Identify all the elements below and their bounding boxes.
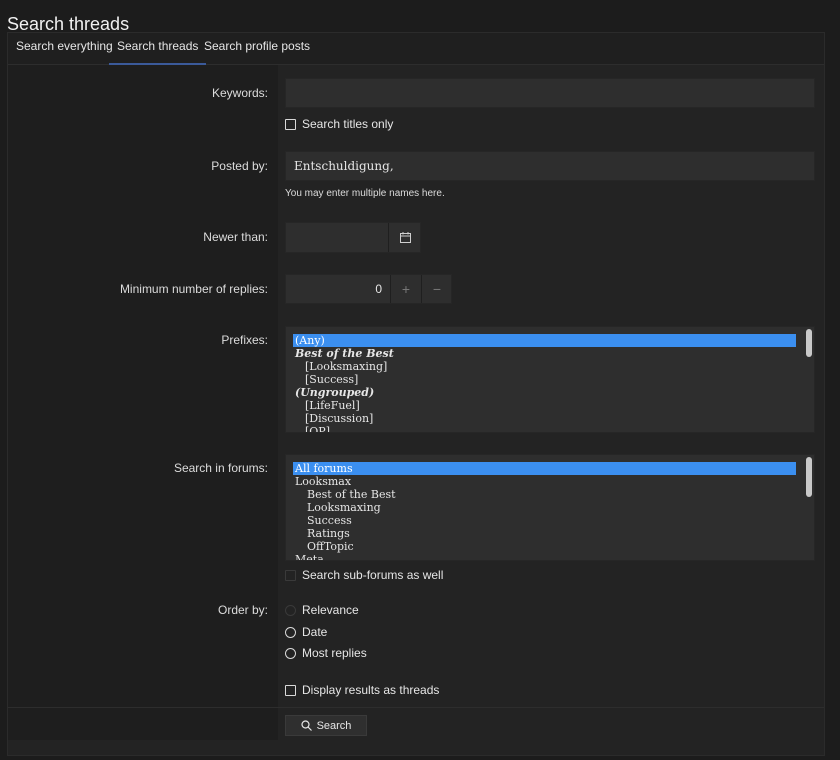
forums-listbox[interactable]: All forums Looksmax Best of the Best Loo… [285, 454, 815, 561]
order-by-label: Order by: [217, 603, 268, 617]
newer-than-input[interactable] [286, 223, 392, 254]
newer-than-field [285, 222, 421, 254]
list-item[interactable]: Success [293, 514, 814, 527]
keywords-label: Keywords: [211, 86, 268, 100]
list-item[interactable]: Looksmaxing [293, 501, 814, 514]
search-sub-forums-checkbox[interactable]: Search sub-forums as well [285, 568, 443, 582]
search-titles-only-label: Search titles only [302, 117, 394, 131]
tab-bar: Search everything Search threads Search … [8, 33, 824, 65]
list-item[interactable]: [LifeFuel] [293, 399, 814, 412]
checkbox-box[interactable] [285, 118, 296, 130]
tab-search-threads[interactable]: Search threads [109, 33, 207, 65]
calendar-icon [399, 232, 411, 243]
order-date-label: Date [302, 625, 328, 639]
search-titles-only-checkbox[interactable]: Search titles only [285, 117, 393, 131]
keywords-input[interactable] [285, 78, 815, 108]
min-replies-value[interactable]: 0 [286, 275, 390, 303]
posted-by-hint: You may enter multiple names here. [285, 188, 445, 199]
forums-label: Search in forums: [173, 461, 268, 475]
newer-than-label: Newer than: [203, 230, 268, 244]
min-replies-stepper: 0 + − [285, 274, 452, 304]
prefixes-label: Prefixes: [221, 333, 268, 347]
list-item[interactable]: (Any) [293, 334, 796, 347]
display-as-threads-label: Display results as threads [302, 683, 440, 697]
tab-search-everything[interactable]: Search everything [16, 33, 113, 63]
order-most-replies-label: Most replies [302, 646, 367, 660]
search-button-label: Search [316, 719, 352, 732]
order-most-replies-radio[interactable]: Most replies [285, 646, 367, 660]
radio-circle[interactable] [285, 604, 296, 616]
list-item[interactable]: All forums [293, 462, 796, 475]
list-item[interactable]: Ratings [293, 527, 814, 540]
order-relevance-label: Relevance [302, 603, 359, 617]
list-item[interactable]: [Discussion] [293, 412, 814, 425]
prefixes-listbox[interactable]: (Any) Best of the Best [Looksmaxing] [Su… [285, 326, 815, 433]
radio-circle[interactable] [285, 647, 296, 659]
list-item[interactable]: [Success] [293, 373, 814, 386]
search-button[interactable]: Search [285, 715, 367, 736]
forums-scrollbar[interactable] [806, 457, 812, 497]
list-item[interactable]: [Looksmaxing] [293, 360, 814, 373]
calendar-button[interactable] [388, 223, 421, 252]
order-relevance-radio[interactable]: Relevance [285, 603, 359, 617]
list-item[interactable]: OffTopic [293, 540, 814, 553]
list-item[interactable]: Best of the Best [293, 488, 814, 501]
tab-search-profile-posts[interactable]: Search profile posts [204, 33, 310, 63]
order-date-radio[interactable]: Date [285, 625, 327, 639]
search-icon [300, 720, 312, 731]
list-item[interactable]: [OP] [293, 425, 814, 432]
footer-divider [8, 707, 824, 708]
increment-button[interactable]: + [390, 275, 421, 303]
display-as-threads-checkbox[interactable]: Display results as threads [285, 683, 439, 697]
prefixes-scrollbar[interactable] [806, 329, 812, 357]
list-item[interactable]: Meta [293, 553, 814, 560]
decrement-button[interactable]: − [421, 275, 452, 303]
search-sub-forums-label: Search sub-forums as well [302, 568, 444, 582]
list-item: Best of the Best [295, 347, 394, 360]
posted-by-label: Posted by: [211, 159, 268, 173]
list-item: (Ungrouped) [295, 386, 375, 399]
checkbox-box[interactable] [285, 684, 296, 696]
checkbox-box[interactable] [285, 569, 296, 581]
search-form-panel: Search everything Search threads Search … [7, 32, 825, 756]
min-replies-label: Minimum number of replies: [119, 282, 268, 296]
posted-by-input[interactable] [285, 151, 815, 181]
radio-circle[interactable] [285, 626, 296, 638]
list-item[interactable]: Looksmax [293, 475, 814, 488]
